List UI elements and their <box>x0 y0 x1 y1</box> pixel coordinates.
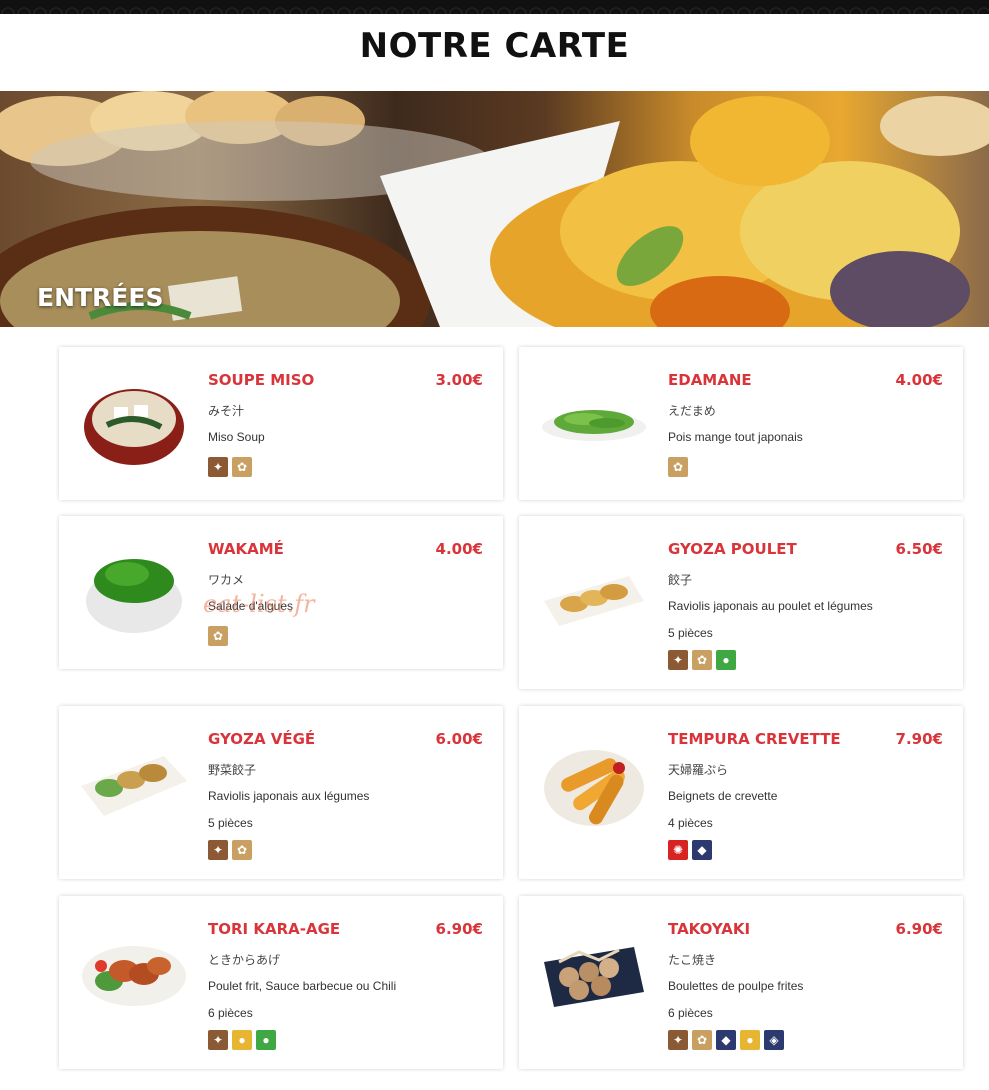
menu-item-card[interactable]: SOUPE MISO 3.00€ みそ汁 Miso Soup ✦ ✿ <box>59 347 503 500</box>
soy-icon: ✿ <box>692 650 712 670</box>
menu-item-card[interactable]: GYOZA VÉGÉ 6.00€ 野菜餃子 Raviolis japonais … <box>59 706 503 879</box>
item-description: Raviolis japonais aux légumes <box>208 789 370 803</box>
page-title: NOTRE CARTE <box>359 26 630 66</box>
watermark: eat-list.fr <box>203 590 315 618</box>
egg-icon: ● <box>232 1030 252 1050</box>
item-price: 6.00€ <box>435 730 483 748</box>
item-price: 3.00€ <box>435 371 483 389</box>
item-name: GYOZA VÉGÉ <box>208 730 316 748</box>
item-pieces: 4 pièces <box>668 816 713 830</box>
wheat-icon: ✦ <box>668 1030 688 1050</box>
tempura-crevette-photo <box>544 750 644 826</box>
edamane-photo <box>542 410 646 441</box>
item-japanese-name: 野菜餃子 <box>208 763 257 777</box>
wheat-icon: ✦ <box>668 650 688 670</box>
item-name: TEMPURA CREVETTE <box>668 730 841 748</box>
allergen-icons: ✦ ✿ <box>208 457 252 477</box>
menu-item-card[interactable]: TORI KARA-AGE 6.90€ ときからあげ Poulet frit, … <box>59 896 503 1069</box>
wheat-icon: ✦ <box>208 840 228 860</box>
soy-icon: ✿ <box>208 626 228 646</box>
menu-item-card[interactable]: TEMPURA CREVETTE 7.90€ 天婦羅ぷら Beignets de… <box>519 706 963 879</box>
gyoza-poulet-photo <box>544 576 644 626</box>
soupe-miso-photo <box>84 389 184 465</box>
soy-icon: ✿ <box>232 840 252 860</box>
gyoza-vege-photo <box>81 756 187 816</box>
item-price: 4.00€ <box>435 540 483 558</box>
item-description: Raviolis japonais au poulet et légumes <box>668 599 873 613</box>
item-pieces: 6 pièces <box>668 1006 713 1020</box>
item-name: SOUPE MISO <box>208 371 315 389</box>
item-name: EDAMANE <box>668 371 752 389</box>
item-name: TORI KARA-AGE <box>208 920 341 938</box>
tori-kara-age-photo <box>82 946 186 1006</box>
section-hero-banner: ENTRÉES <box>0 91 989 327</box>
item-pieces: 5 pièces <box>668 626 713 640</box>
item-description: Pois mange tout japonais <box>668 430 803 444</box>
item-name: GYOZA POULET <box>668 540 797 558</box>
item-description: Beignets de crevette <box>668 789 778 803</box>
item-pieces: 5 pièces <box>208 816 253 830</box>
wheat-icon: ✦ <box>208 1030 228 1050</box>
vegetarian-icon: ● <box>716 650 736 670</box>
allergen-icons: ✦ ✿ ◆ ● ◈ <box>668 1030 784 1050</box>
item-japanese-name: たこ焼き <box>668 953 717 967</box>
item-japanese-name: ときからあげ <box>208 953 281 967</box>
soy-icon: ✿ <box>668 457 688 477</box>
fish-icon: ◆ <box>716 1030 736 1050</box>
item-name: WAKAMÉ <box>208 540 284 558</box>
takoyaki-photo <box>544 947 644 1007</box>
wakame-photo <box>86 559 182 633</box>
vegetarian-icon: ● <box>256 1030 276 1050</box>
egg-icon: ● <box>740 1030 760 1050</box>
allergen-icons: ✿ <box>668 457 688 477</box>
allergen-icons: ✿ <box>208 626 228 646</box>
item-price: 6.90€ <box>435 920 483 938</box>
item-japanese-name: えだまめ <box>668 404 716 418</box>
allergen-icons: ✦ ● ● <box>208 1030 276 1050</box>
item-price: 7.90€ <box>895 730 943 748</box>
allergen-icons: ✦ ✿ ● <box>668 650 736 670</box>
menu-item-card[interactable]: TAKOYAKI 6.90€ たこ焼き Boulettes de poulpe … <box>519 896 963 1069</box>
item-japanese-name: 天婦羅ぷら <box>668 763 729 777</box>
item-name: TAKOYAKI <box>668 920 751 938</box>
menu-item-card[interactable]: GYOZA POULET 6.50€ 餃子 Raviolis japonais … <box>519 516 963 689</box>
item-price: 6.90€ <box>895 920 943 938</box>
item-description: Boulettes de poulpe frites <box>668 979 804 993</box>
menu-item-card[interactable]: EDAMANE 4.00€ えだまめ Pois mange tout japon… <box>519 347 963 500</box>
item-price: 4.00€ <box>895 371 943 389</box>
item-pieces: 6 pièces <box>208 1006 253 1020</box>
fish-icon: ◆ <box>692 840 712 860</box>
item-japanese-name: みそ汁 <box>208 404 245 418</box>
allergen-icons: ✦ ✿ <box>208 840 252 860</box>
item-description: Miso Soup <box>208 430 265 444</box>
allergen-icons: ✺ ◆ <box>668 840 712 860</box>
soy-icon: ✿ <box>692 1030 712 1050</box>
crab-icon: ✺ <box>668 840 688 860</box>
section-title: ENTRÉES <box>37 283 164 312</box>
soy-icon: ✿ <box>232 457 252 477</box>
item-description: Poulet frit, Sauce barbecue ou Chili <box>208 979 397 993</box>
item-price: 6.50€ <box>895 540 943 558</box>
item-japanese-name: 餃子 <box>668 573 693 587</box>
wheat-icon: ✦ <box>208 457 228 477</box>
item-japanese-name: ワカメ <box>208 573 245 587</box>
shell-icon: ◈ <box>764 1030 784 1050</box>
decorative-top-border <box>0 0 989 14</box>
